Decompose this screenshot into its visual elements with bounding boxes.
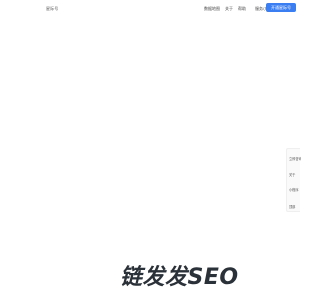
- site-logo[interactable]: 星际号: [46, 6, 58, 12]
- side-item-back-to-top[interactable]: 顶部: [289, 204, 301, 209]
- main-nav: 数据地图 关于 帮助 服务/方案: [204, 6, 272, 12]
- side-item-about[interactable]: 关于: [289, 172, 301, 177]
- watermark-text: 链发发SEO: [120, 265, 239, 290]
- side-item-miniprogram[interactable]: 小程序: [289, 187, 301, 192]
- nav-item-help[interactable]: 帮助: [238, 6, 246, 12]
- floating-side-toolbar: 立即咨询 关于 小程序 顶部: [286, 148, 301, 212]
- signup-button[interactable]: 开通星际号: [266, 3, 296, 12]
- nav-item-about[interactable]: 关于: [225, 6, 233, 12]
- top-navbar: 星际号 数据地图 关于 帮助 服务/方案 开通星际号: [0, 0, 300, 20]
- nav-item-data-map[interactable]: 数据地图: [204, 6, 220, 12]
- watermark: 链发发SEO: [120, 262, 239, 290]
- page: 星际号 数据地图 关于 帮助 服务/方案 开通星际号 立即咨询 关于 小程序 顶…: [0, 0, 301, 300]
- side-item-consult[interactable]: 立即咨询: [289, 156, 301, 161]
